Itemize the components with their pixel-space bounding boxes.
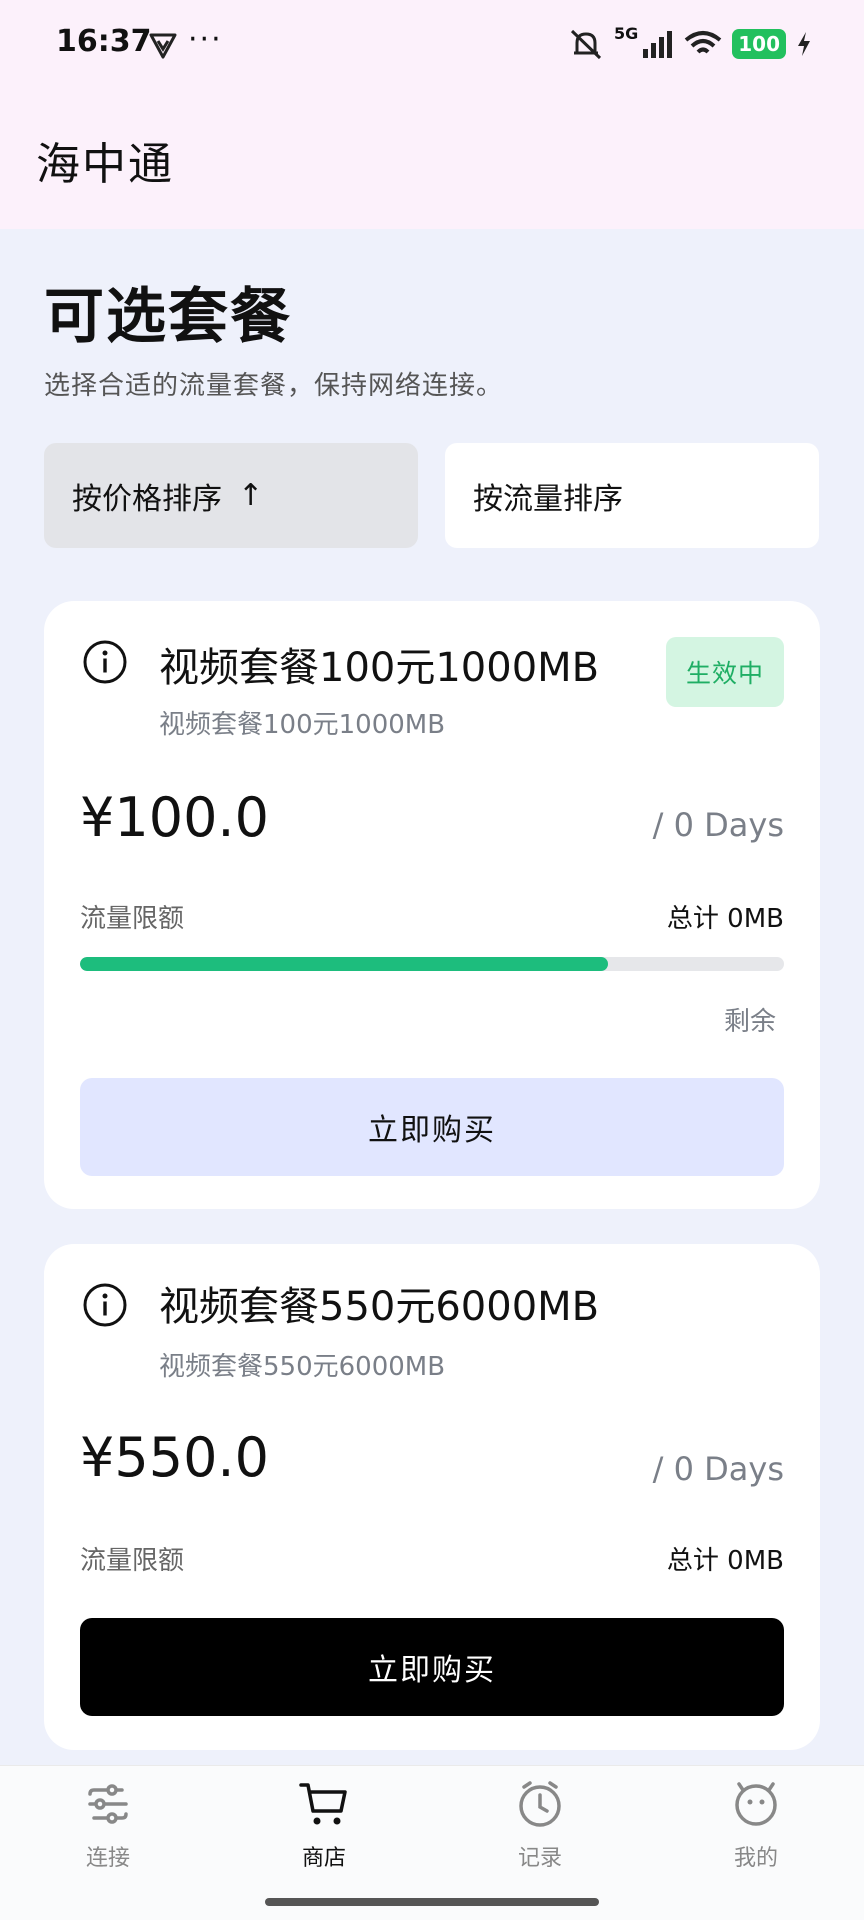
wifi-icon	[684, 31, 722, 54]
nav-item-connect[interactable]: 连接	[48, 1778, 168, 1872]
plan-name: 视频套餐550元6000MB	[159, 1284, 600, 1330]
mute-icon	[570, 29, 602, 60]
cart-icon	[299, 1783, 347, 1825]
quota-total: 总计 0MB	[666, 904, 784, 934]
plan-name: 视频套餐100元1000MB	[159, 645, 600, 691]
network-type: 5G	[613, 24, 639, 43]
plan-card: 视频套餐550元6000MB 视频套餐550元6000MB ¥550.0 / 0…	[44, 1244, 820, 1750]
face-icon	[735, 1782, 777, 1826]
plan-period: / 0 Days	[652, 806, 784, 844]
nav-label-shop: 商店	[301, 1846, 346, 1871]
clock-icon	[519, 1781, 561, 1827]
usage-progress-fill	[80, 957, 608, 971]
page-title: 可选套餐	[44, 282, 292, 352]
plan-price: ¥550.0	[80, 1426, 269, 1489]
battery-indicator: 100	[732, 29, 786, 59]
status-right: 5G 100	[568, 24, 812, 64]
plan-period: / 0 Days	[652, 1450, 784, 1488]
connect-icon	[88, 1784, 128, 1824]
usage-progress-bar	[80, 957, 784, 971]
plan-price: ¥100.0	[80, 786, 269, 849]
status-time: 16:37	[56, 24, 152, 59]
sort-by-traffic-label: 按流量排序	[473, 481, 623, 517]
sort-by-traffic-button[interactable]: 按流量排序	[445, 443, 819, 548]
plan-card: 视频套餐100元1000MB 视频套餐100元1000MB 生效中 ¥100.0…	[44, 601, 820, 1209]
quota-total: 总计 0MB	[666, 1546, 784, 1576]
info-icon[interactable]	[82, 639, 128, 685]
buy-now-button[interactable]: 立即购买	[80, 1078, 784, 1176]
nav-label-records: 记录	[517, 1846, 562, 1871]
sort-arrow-up-icon: ↑	[238, 478, 264, 513]
home-indicator[interactable]	[265, 1898, 599, 1906]
quota-label: 流量限额	[80, 1546, 185, 1576]
vpn-icon	[149, 33, 177, 59]
info-icon[interactable]	[82, 1282, 128, 1328]
signal-icon	[643, 31, 673, 58]
status-badge: 生效中	[666, 637, 784, 707]
nav-label-me: 我的	[733, 1846, 778, 1871]
nav-label-connect: 连接	[85, 1846, 130, 1871]
sort-by-price-label: 按价格排序	[72, 481, 222, 517]
nav-item-shop[interactable]: 商店	[264, 1778, 384, 1872]
more-dots: ···	[188, 22, 223, 57]
charging-icon	[798, 32, 810, 56]
quota-label: 流量限额	[80, 904, 185, 934]
nav-item-me[interactable]: 我的	[696, 1778, 816, 1872]
sort-by-price-button[interactable]: 按价格排序 ↑	[44, 443, 418, 548]
plan-description: 视频套餐100元1000MB	[159, 710, 446, 740]
plan-description: 视频套餐550元6000MB	[159, 1352, 446, 1382]
bottom-nav: 连接 商店 记录 我的	[0, 1765, 864, 1920]
remaining-label: 剩余	[723, 1007, 776, 1037]
status-bar: 16:37 ··· 5G 100	[0, 0, 864, 88]
top-header: 16:37 ··· 5G 100 海中通	[0, 0, 864, 229]
app-title: 海中通	[36, 139, 174, 190]
nav-item-records[interactable]: 记录	[480, 1778, 600, 1872]
page-subtitle: 选择合适的流量套餐，保持网络连接。	[44, 371, 504, 401]
buy-now-button[interactable]: 立即购买	[80, 1618, 784, 1716]
